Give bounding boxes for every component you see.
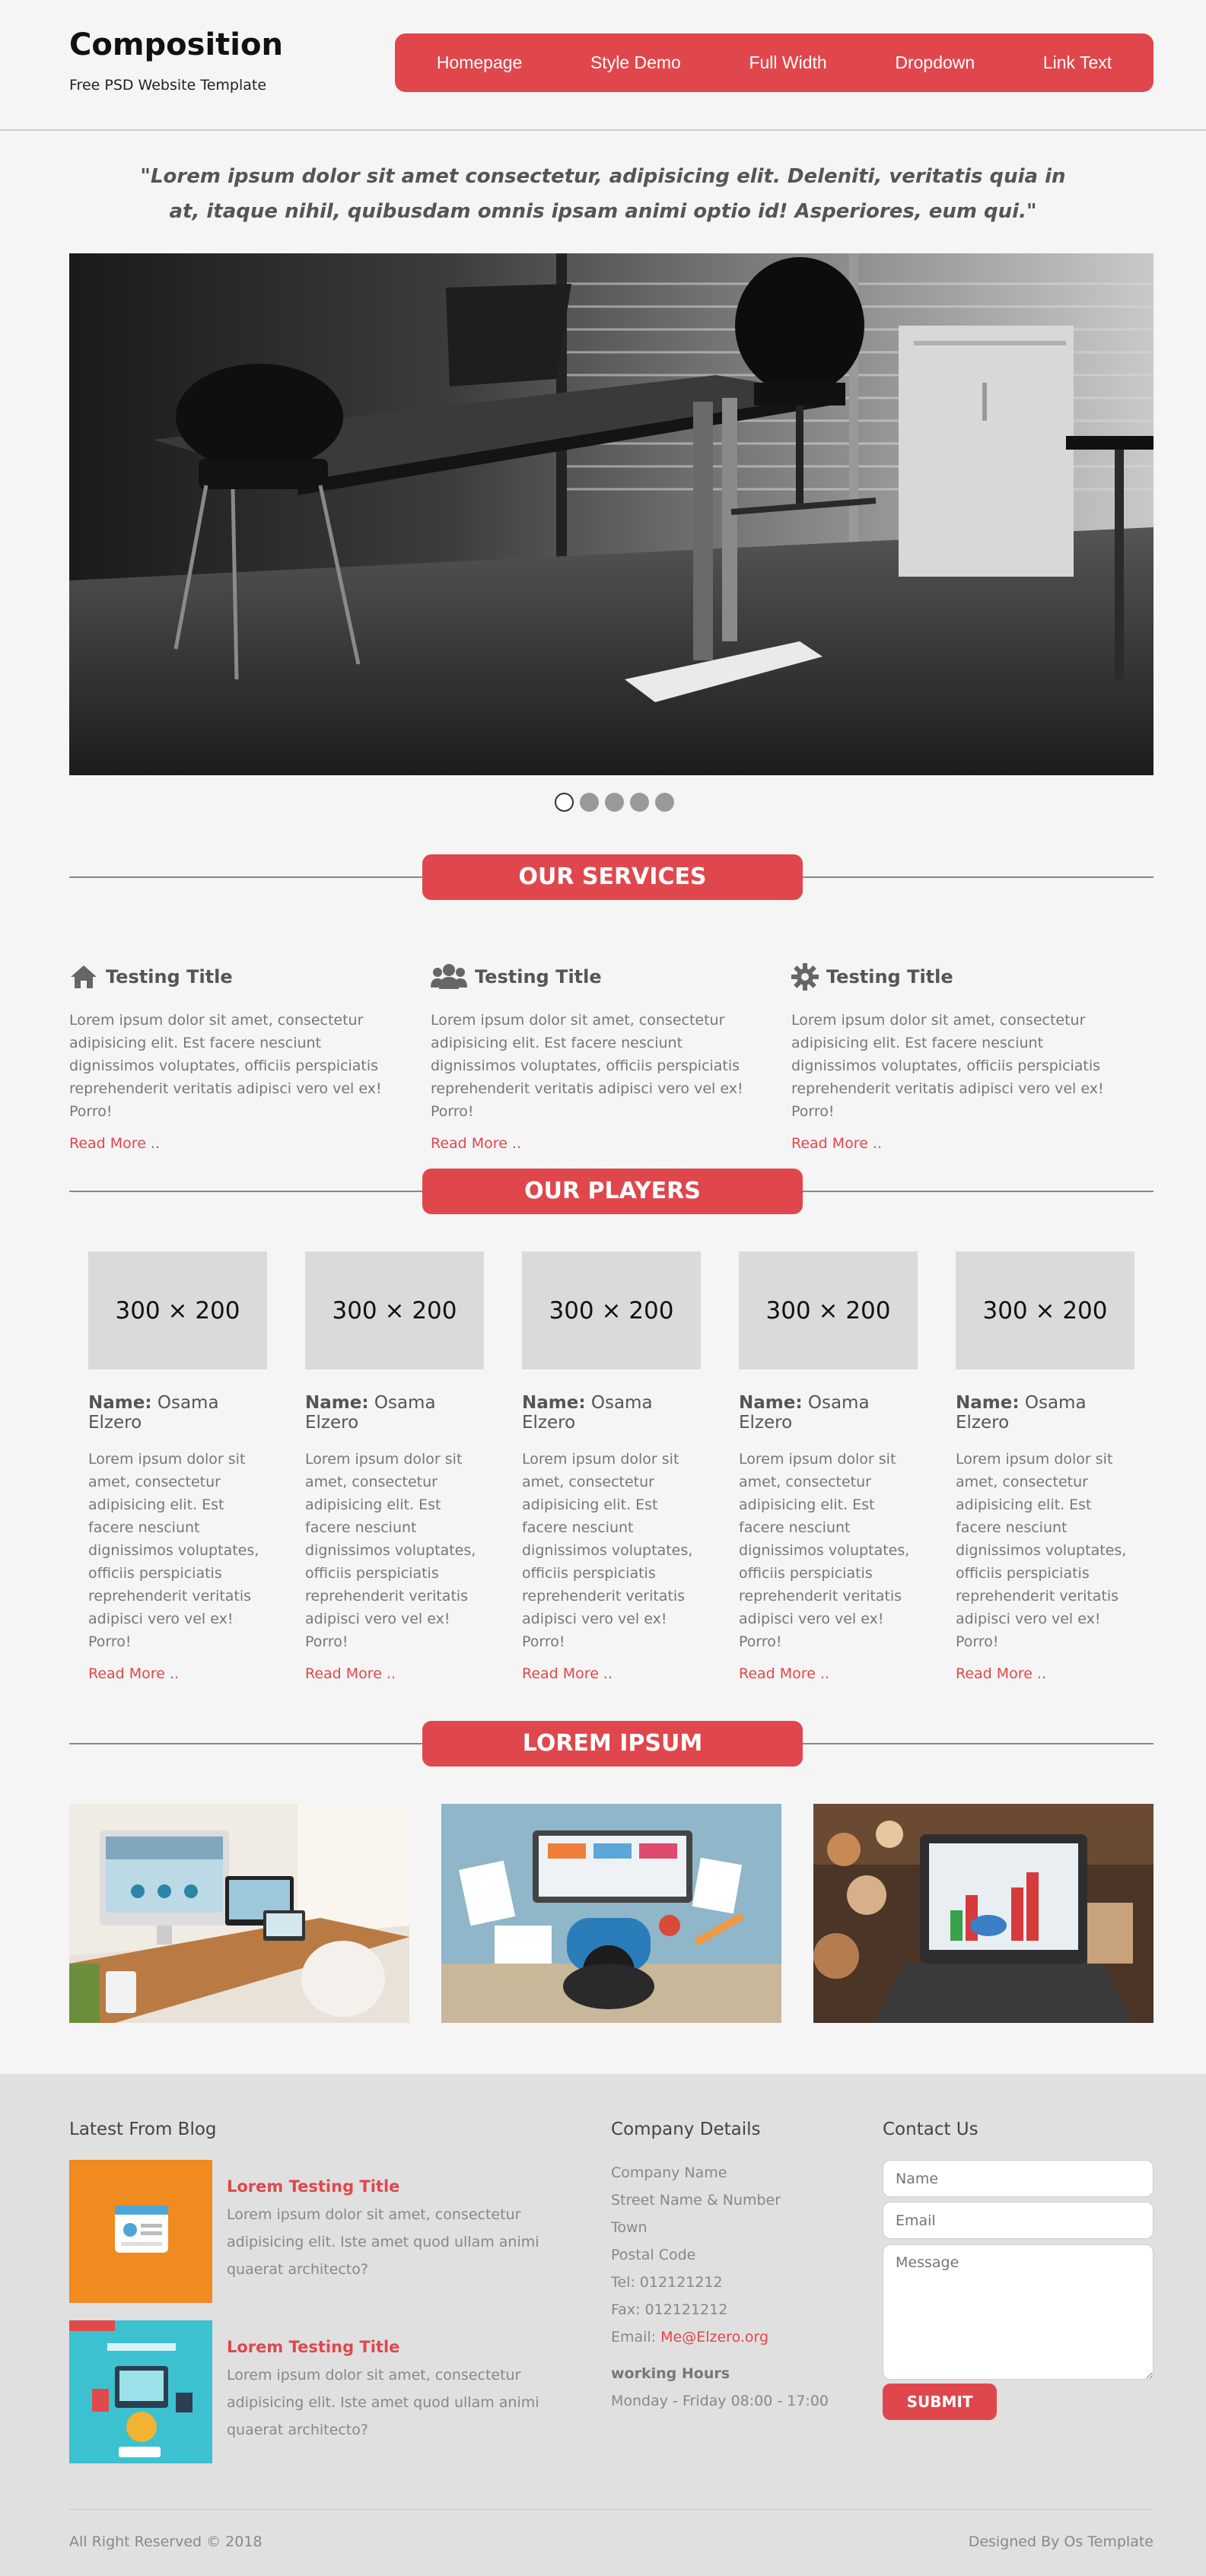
gear-icon <box>791 963 819 991</box>
company-fax: Fax: 012121212 <box>611 2301 728 2318</box>
gallery-image-laptop-chart[interactable] <box>813 1804 1153 2023</box>
service-card: Testing Title Lorem ipsum dolor sit amet… <box>791 960 1118 1152</box>
gallery-heading-label: LOREM IPSUM <box>422 1721 803 1767</box>
blog-post-excerpt: Lorem ipsum dolor sit amet, consectetur … <box>227 2367 539 2438</box>
copyright: All Right Reserved © 2018 <box>69 2533 263 2550</box>
player-name: Name: Osama Elzero <box>956 1393 1087 1433</box>
intro-quote: "Lorem ipsum dolor sit amet consectetur,… <box>140 165 1066 223</box>
slider-dot-1[interactable] <box>555 793 574 812</box>
slider-dot-3[interactable] <box>605 793 624 812</box>
contact-name-input[interactable] <box>883 2160 1153 2197</box>
company-postal: Postal Code <box>611 2247 696 2263</box>
site-tagline: Free PSD Website Template <box>69 77 267 94</box>
working-hours-title: working Hours <box>611 2365 730 2382</box>
blog-thumbnail[interactable] <box>69 2160 212 2303</box>
read-more-link[interactable]: Read More .. <box>69 1135 396 1152</box>
services-heading: OUR SERVICES <box>69 854 1153 900</box>
service-title: Testing Title <box>106 966 233 987</box>
player-text: Lorem ipsum dolor sit amet, consectetur … <box>956 1451 1127 1650</box>
blog-post-title[interactable]: Lorem Testing Title <box>227 2177 399 2196</box>
submit-button[interactable]: SUBMIT <box>883 2384 997 2420</box>
read-more-link[interactable]: Read More .. <box>305 1665 484 1682</box>
player-text: Lorem ipsum dolor sit amet, consectetur … <box>88 1451 259 1650</box>
slider-dot-2[interactable] <box>580 793 599 812</box>
player-image-placeholder: 300 × 200 <box>956 1251 1134 1369</box>
player-card: 300 × 200 Name: Osama Elzero Lorem ipsum… <box>522 1251 701 1682</box>
read-more-link[interactable]: Read More .. <box>791 1135 1118 1152</box>
service-card: Testing Title Lorem ipsum dolor sit amet… <box>431 960 758 1152</box>
player-image-placeholder: 300 × 200 <box>522 1251 701 1369</box>
contact-message-input[interactable] <box>883 2244 1153 2380</box>
slider-dot-4[interactable] <box>630 793 649 812</box>
blog-post-excerpt: Lorem ipsum dolor sit amet, consectetur … <box>227 2206 539 2278</box>
player-text: Lorem ipsum dolor sit amet, consectetur … <box>305 1451 476 1650</box>
players-heading-label: OUR PLAYERS <box>422 1169 803 1214</box>
read-more-link[interactable]: Read More .. <box>956 1665 1134 1682</box>
read-more-link[interactable]: Read More .. <box>431 1135 758 1152</box>
player-image-placeholder: 300 × 200 <box>739 1251 918 1369</box>
contact-email-input[interactable] <box>883 2202 1153 2239</box>
nav-link-text[interactable]: Link Text <box>1043 52 1112 73</box>
player-name: Name: Osama Elzero <box>522 1393 653 1433</box>
service-text: Lorem ipsum dolor sit amet, consectetur … <box>791 1012 1104 1120</box>
nav-style-demo[interactable]: Style Demo <box>590 52 681 73</box>
blog-heading: Latest From Blog <box>69 2120 217 2139</box>
player-card: 300 × 200 Name: Osama Elzero Lorem ipsum… <box>88 1251 267 1682</box>
player-text: Lorem ipsum dolor sit amet, consectetur … <box>522 1451 693 1650</box>
company-details: Company Name Street Name & Number Town P… <box>611 2159 829 2415</box>
player-name: Name: Osama Elzero <box>305 1393 436 1433</box>
email-link[interactable]: Me@Elzero.org <box>660 2329 768 2345</box>
blog-thumbnail[interactable] <box>69 2320 212 2463</box>
header-divider <box>0 129 1206 131</box>
player-image-placeholder: 300 × 200 <box>305 1251 484 1369</box>
designer-credit: Designed By Os Template <box>968 2533 1153 2550</box>
blog-post-title[interactable]: Lorem Testing Title <box>227 2338 399 2356</box>
gallery-image-workspace[interactable] <box>69 1804 409 2023</box>
player-card: 300 × 200 Name: Osama Elzero Lorem ipsum… <box>305 1251 484 1682</box>
player-name: Name: Osama Elzero <box>88 1393 219 1433</box>
service-text: Lorem ipsum dolor sit amet, consectetur … <box>69 1012 382 1120</box>
player-text: Lorem ipsum dolor sit amet, consectetur … <box>739 1451 910 1650</box>
site-logo-title[interactable]: Composition <box>69 27 283 62</box>
home-icon <box>71 965 97 988</box>
footer-divider <box>69 2509 1153 2510</box>
nav-full-width[interactable]: Full Width <box>749 52 826 73</box>
read-more-link[interactable]: Read More .. <box>522 1665 701 1682</box>
service-text: Lorem ipsum dolor sit amet, consectetur … <box>431 1012 743 1120</box>
hero-slider-image <box>69 253 1153 775</box>
slider-dot-5[interactable] <box>655 793 674 812</box>
company-name: Company Name <box>611 2164 727 2181</box>
company-heading: Company Details <box>611 2120 761 2139</box>
company-tel: Tel: 012121212 <box>611 2274 723 2291</box>
players-heading: OUR PLAYERS <box>69 1169 1153 1214</box>
player-image-placeholder: 300 × 200 <box>88 1251 267 1369</box>
company-email: Email: Me@Elzero.org <box>611 2329 769 2345</box>
main-nav: Homepage Style Demo Full Width Dropdown … <box>395 33 1153 92</box>
slider-dots <box>555 793 674 812</box>
contact-heading: Contact Us <box>883 2120 978 2139</box>
service-card: Testing Title Lorem ipsum dolor sit amet… <box>69 960 396 1152</box>
player-name: Name: Osama Elzero <box>739 1393 870 1433</box>
users-icon <box>431 964 467 989</box>
read-more-link[interactable]: Read More .. <box>739 1665 918 1682</box>
company-town: Town <box>611 2219 648 2236</box>
gallery-heading: LOREM IPSUM <box>69 1721 1153 1767</box>
player-card: 300 × 200 Name: Osama Elzero Lorem ipsum… <box>739 1251 918 1682</box>
read-more-link[interactable]: Read More .. <box>88 1665 267 1682</box>
gallery-image-desk-flat[interactable] <box>441 1804 781 2023</box>
player-card: 300 × 200 Name: Osama Elzero Lorem ipsum… <box>956 1251 1134 1682</box>
working-hours: Monday - Friday 08:00 - 17:00 <box>611 2393 829 2409</box>
nav-dropdown[interactable]: Dropdown <box>895 52 975 73</box>
company-street: Street Name & Number <box>611 2192 781 2209</box>
service-title: Testing Title <box>826 966 953 987</box>
nav-homepage[interactable]: Homepage <box>437 52 523 73</box>
service-title: Testing Title <box>475 966 602 987</box>
services-heading-label: OUR SERVICES <box>422 854 803 900</box>
